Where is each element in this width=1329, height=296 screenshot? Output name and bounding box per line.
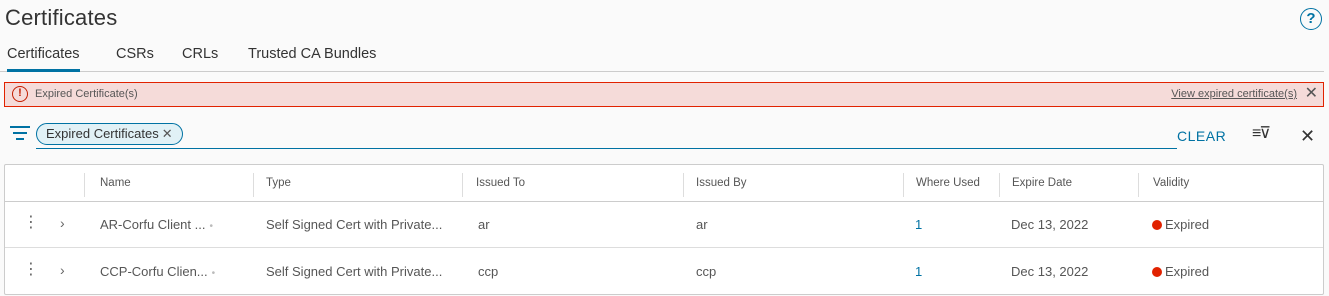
alert-circle-icon: ! — [12, 86, 28, 102]
cell-expire-date: Dec 13, 2022 — [1011, 264, 1089, 279]
info-dot-icon: • — [211, 268, 216, 279]
status-dot-icon — [1152, 220, 1162, 230]
filter-chip-label: Expired Certificates — [46, 126, 159, 141]
tab-csrs[interactable]: CSRs — [116, 46, 154, 72]
clear-button[interactable]: CLEAR — [1177, 128, 1226, 144]
chip-close-icon[interactable]: ✕ — [162, 126, 173, 141]
cell-issued-to: ar — [478, 217, 490, 232]
column-separator — [253, 173, 254, 197]
tab-trusted-ca-bundles[interactable]: Trusted CA Bundles — [248, 46, 376, 72]
chevron-right-icon[interactable]: › — [60, 262, 65, 278]
table-row: ⋮ › AR-Corfu Client ... • Self Signed Cer… — [5, 202, 1323, 248]
info-dot-icon: • — [209, 221, 213, 232]
cell-expire-date: Dec 13, 2022 — [1011, 217, 1089, 232]
column-header-validity[interactable]: Validity — [1153, 177, 1189, 189]
filter-chip[interactable]: Expired Certificates ✕ — [36, 123, 183, 145]
column-header-issued-to[interactable]: Issued To — [476, 177, 525, 189]
column-separator — [683, 173, 684, 197]
grid-header: Name Type Issued To Issued By Where Used… — [5, 165, 1323, 202]
cell-type: Self Signed Cert with Private... — [266, 217, 443, 232]
column-header-issued-by[interactable]: Issued By — [696, 177, 747, 189]
filter-bar: Expired Certificates ✕ CLEAR ≡⊽ ✕ — [4, 118, 1324, 152]
chevron-right-icon[interactable]: › — [60, 215, 65, 231]
column-header-type[interactable]: Type — [266, 177, 291, 189]
column-separator — [1138, 173, 1139, 197]
cell-where-used[interactable]: 1 — [915, 264, 922, 279]
advanced-filter-icon[interactable]: ≡⊽ — [1252, 123, 1271, 143]
column-separator — [999, 173, 1000, 197]
help-icon[interactable]: ? — [1300, 8, 1322, 30]
column-header-name[interactable]: Name — [100, 177, 131, 189]
close-icon[interactable]: ✕ — [1305, 85, 1318, 103]
status-dot-icon — [1152, 267, 1162, 277]
cell-issued-to: ccp — [478, 264, 499, 279]
column-separator — [462, 173, 463, 197]
filter-lines-icon[interactable] — [9, 126, 31, 142]
column-separator — [903, 173, 904, 197]
certificates-grid: Name Type Issued To Issued By Where Used… — [4, 164, 1324, 295]
alert-banner: ! Expired Certificate(s) View expired ce… — [4, 82, 1324, 107]
column-header-where-used[interactable]: Where Used — [916, 177, 980, 189]
close-filter-icon[interactable]: ✕ — [1300, 126, 1315, 147]
cell-issued-by: ar — [696, 217, 708, 232]
cell-name: CCP-Corfu Clien... • — [100, 264, 216, 279]
view-expired-link[interactable]: View expired certificate(s) — [1171, 88, 1297, 100]
tab-crls[interactable]: CRLs — [182, 46, 218, 72]
tab-certificates[interactable]: Certificates — [7, 46, 80, 72]
alert-text: Expired Certificate(s) — [35, 88, 138, 100]
kebab-menu-icon[interactable]: ⋮ — [23, 215, 39, 231]
column-header-expire-date[interactable]: Expire Date — [1012, 177, 1072, 189]
cell-name: AR-Corfu Client ... • — [100, 217, 213, 232]
column-separator — [84, 173, 85, 197]
cell-where-used[interactable]: 1 — [915, 217, 922, 232]
page-title: Certificates — [5, 5, 118, 30]
cell-validity: Expired — [1152, 264, 1209, 279]
table-row: ⋮ › CCP-Corfu Clien... • Self Signed Cert… — [5, 249, 1323, 295]
kebab-menu-icon[interactable]: ⋮ — [23, 262, 39, 278]
tab-bar: Certificates CSRs CRLs Trusted CA Bundle… — [0, 38, 1324, 72]
cell-validity: Expired — [1152, 217, 1209, 232]
filter-input-underline — [36, 148, 1177, 149]
cell-type: Self Signed Cert with Private... — [266, 264, 443, 279]
cell-issued-by: ccp — [696, 264, 717, 279]
